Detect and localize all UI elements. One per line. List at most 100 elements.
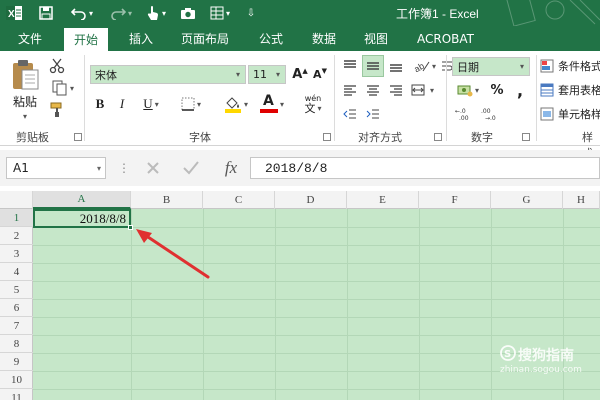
align-top-icon[interactable] [340,57,360,75]
row-header-3[interactable]: 3 [0,245,33,263]
tab-home[interactable]: 开始 [64,28,109,51]
tab-insert[interactable]: 插入 [129,26,153,51]
insert-function-button[interactable]: fx [218,157,244,179]
paste-icon[interactable] [8,57,42,93]
chevron-down-icon: ▾ [225,8,230,18]
paste-button[interactable]: 粘贴 [8,93,42,109]
form-button[interactable]: ▾ [206,4,234,22]
tab-view[interactable]: 视图 [364,26,388,51]
touch-mode-button[interactable]: ▾ [142,4,170,22]
borders-icon [181,97,195,111]
clipboard-launcher-icon[interactable] [74,133,82,141]
cancel-entry-icon[interactable] [144,159,162,177]
row-header-7[interactable]: 7 [0,317,33,335]
cell-styles-icon [540,107,554,121]
cell-A1[interactable]: 2018/8/8 [33,209,131,228]
undo-button[interactable]: ▾ [66,4,98,22]
accounting-format-button[interactable]: ▾ [454,81,482,99]
align-middle-icon[interactable] [362,55,384,77]
confirm-entry-icon[interactable] [182,159,200,177]
column-header-F[interactable]: F [419,191,491,209]
row-header-11[interactable]: 11 [0,389,33,400]
tab-formulas[interactable]: 公式 [259,26,283,51]
column-header-B[interactable]: B [131,191,203,209]
row-header-9[interactable]: 9 [0,353,33,371]
increase-indent-icon[interactable] [363,105,383,123]
align-bottom-icon[interactable] [386,57,406,75]
orientation-button[interactable]: ab ▾ [410,57,440,75]
column-header-E[interactable]: E [347,191,419,209]
chevron-down-icon: ▾ [235,70,240,79]
camera-icon[interactable] [178,4,198,22]
align-left-icon[interactable] [340,81,360,99]
underline-button[interactable]: U ▾ [136,95,166,113]
row-header-1[interactable]: 1 [0,209,33,227]
fill-color-button[interactable]: ▾ [220,93,252,115]
align-right-icon[interactable] [386,81,406,99]
column-header-D[interactable]: D [275,191,347,209]
number-format-select[interactable]: 日期 ▾ [452,57,530,76]
number-format-value: 日期 [457,60,479,74]
grid-line [33,263,600,264]
number-launcher-icon[interactable] [522,133,530,141]
merge-center-icon[interactable] [410,81,426,99]
decrease-indent-icon[interactable] [340,105,360,123]
row-header-10[interactable]: 10 [0,371,33,389]
tab-file[interactable]: 文件 [0,26,60,51]
italic-button[interactable]: I [114,95,130,113]
align-center-icon[interactable] [363,81,383,99]
format-painter-icon[interactable] [48,101,66,119]
tab-data[interactable]: 数据 [312,26,336,51]
chevron-down-icon[interactable]: ▾ [16,111,34,121]
percent-button[interactable]: % [488,81,506,99]
row-header-4[interactable]: 4 [0,263,33,281]
alignment-launcher-icon[interactable] [434,133,442,141]
column-header-H[interactable]: H [563,191,600,209]
svg-text:.00: .00 [459,115,469,121]
redo-button[interactable]: ▾ [106,4,136,22]
increase-decimal-icon[interactable]: ←.0.00 [454,105,476,123]
svg-text:ab: ab [414,61,426,73]
borders-button[interactable]: ▾ [176,95,206,113]
cut-icon[interactable] [48,57,66,75]
table-format-icon [540,83,554,97]
grid-line [33,335,600,336]
comma-button[interactable]: , [512,81,528,100]
grid-line [33,299,600,300]
save-icon[interactable] [36,4,56,22]
font-size-select[interactable]: 11 ▾ [248,65,286,84]
row-header-2[interactable]: 2 [0,227,33,245]
copy-button[interactable]: ▾ [48,79,78,97]
conditional-formatting-button[interactable]: 条件格式 [540,57,600,75]
decrease-font-button[interactable]: A ▼ [312,65,328,84]
formula-input[interactable]: 2018/8/8 [250,157,600,179]
row-header-8[interactable]: 8 [0,335,33,353]
font-launcher-icon[interactable] [323,133,331,141]
bold-button[interactable]: B [92,95,108,113]
cell-styles-button[interactable]: 单元格样 [540,105,600,123]
phonetic-guide-button[interactable]: wén 文 ▾ [296,91,330,117]
tab-acrobat[interactable]: ACROBAT [417,26,474,51]
row-header-6[interactable]: 6 [0,299,33,317]
annotation-arrow-icon [136,229,210,279]
chevron-down-icon[interactable]: ▾ [426,81,438,99]
row-header-5[interactable]: 5 [0,281,33,299]
column-header-A[interactable]: A [33,191,131,209]
title-bar: X ▾ ▾ ▾ ▾ ⇩ 工作簿1 - Excel [0,0,600,26]
ribbon: 粘贴 ▾ ▾ 剪贴板 宋体 ▾ 11 ▾ A▲ A▼ B I U ▾ ▾ ▾ [0,51,600,160]
increase-font-button[interactable]: A ▲ [292,65,308,84]
format-as-table-button[interactable]: 套用表格 [540,81,600,99]
tab-page-layout[interactable]: 页面布局 [181,26,229,51]
select-all-corner[interactable] [0,191,33,209]
name-box[interactable]: A1 ▾ [6,157,106,179]
column-header-C[interactable]: C [203,191,275,209]
customize-qat-icon[interactable]: ⇩ [244,4,258,22]
column-header-G[interactable]: G [491,191,563,209]
font-name-select[interactable]: 宋体 ▾ [90,65,246,84]
font-color-glyph: A [262,93,274,109]
underline-label: U [143,96,153,111]
font-color-button[interactable]: A ▾ [256,93,288,115]
svg-text:S: S [504,349,511,360]
decrease-decimal-icon[interactable]: .00 →.0 [480,105,502,123]
row-header-column: 1 2 3 4 5 6 7 8 9 10 11 [0,209,33,400]
